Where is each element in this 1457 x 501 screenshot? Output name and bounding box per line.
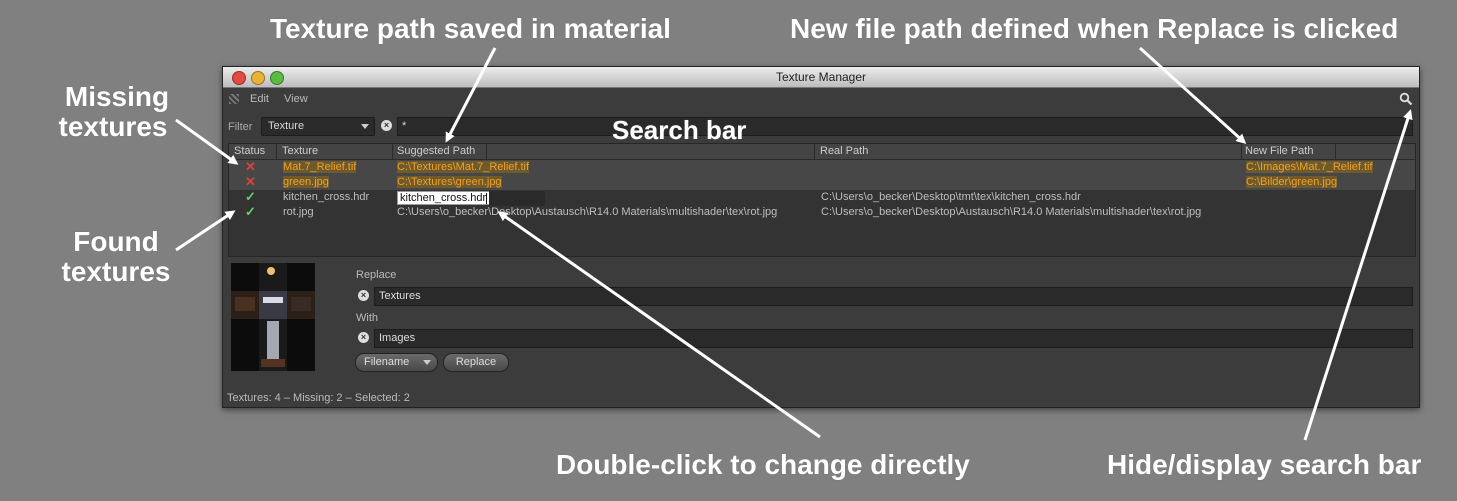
- column-header-status[interactable]: Status: [234, 145, 265, 157]
- annotation-found-line1: Found: [73, 226, 159, 257]
- table-row[interactable]: ✓ rot.jpg C:\Users\o_becker\Desktop\Aust…: [229, 204, 1415, 220]
- annotation-search-bar: Search bar: [612, 115, 747, 145]
- replace-input[interactable]: Textures: [374, 287, 1413, 306]
- chevron-down-icon: [361, 124, 369, 129]
- magnifier-icon[interactable]: [1399, 92, 1413, 106]
- status-bar: Textures: 4 – Missing: 2 – Selected: 2: [227, 392, 410, 404]
- filter-selected-value: Texture: [268, 120, 305, 132]
- new-file-path: C:\Images\Mat.7_Relief.tif: [1246, 161, 1373, 173]
- replace-button-label: Replace: [455, 356, 497, 368]
- table-row[interactable]: ✕ Mat.7_Relief.tif C:\Textures\Mat.7_Rel…: [229, 159, 1415, 175]
- table-header: Status Texture Suggested Path Real Path …: [229, 144, 1415, 160]
- column-header-suggested-path[interactable]: Suggested Path: [397, 145, 475, 157]
- annotation-hide-display-search: Hide/display search bar: [1107, 449, 1422, 480]
- edit-field-background: [489, 191, 546, 206]
- column-header-real-path[interactable]: Real Path: [820, 145, 868, 157]
- clear-circle-icon[interactable]: ×: [358, 332, 369, 343]
- new-file-path: C:\Bilder\green.jpg: [1246, 176, 1338, 188]
- with-input[interactable]: Images: [374, 329, 1413, 348]
- annotation-found-line2: textures: [61, 256, 171, 287]
- checkmark-icon: ✓: [245, 189, 256, 204]
- replace-button[interactable]: Replace: [443, 353, 509, 372]
- real-path: C:\Users\o_becker\Desktop\Austausch\R14.…: [821, 206, 1202, 218]
- replace-label: Replace: [356, 269, 397, 281]
- menu-edit[interactable]: Edit: [250, 93, 269, 105]
- annotation-double-click: Double-click to change directly: [556, 449, 970, 480]
- annotation-missing-line2: textures: [58, 111, 168, 142]
- text-caret: [486, 192, 488, 204]
- annotation-new-file-path: New file path defined when Replace is cl…: [790, 13, 1399, 44]
- column-divider[interactable]: [814, 144, 815, 159]
- column-divider[interactable]: [486, 144, 487, 159]
- table-row[interactable]: ✕ green.jpg C:\Textures\green.jpg C:\Bil…: [229, 174, 1415, 190]
- suggested-path: C:\Textures\Mat.7_Relief.tif: [397, 161, 530, 173]
- checkmark-icon: ✓: [245, 204, 256, 219]
- column-divider[interactable]: [392, 144, 393, 159]
- search-input[interactable]: *: [397, 117, 1413, 136]
- texture-name: Mat.7_Relief.tif: [283, 161, 357, 173]
- annotation-texture-path-saved: Texture path saved in material: [270, 13, 671, 44]
- annotation-missing-textures: Missing textures: [59, 81, 172, 142]
- cross-icon: ✕: [245, 174, 256, 189]
- texture-table: Status Texture Suggested Path Real Path …: [228, 143, 1416, 257]
- grip-icon[interactable]: [229, 94, 239, 104]
- column-divider[interactable]: [276, 144, 277, 159]
- texture-manager-window: Texture Manager Edit View Filter Texture…: [222, 66, 1420, 408]
- column-header-new-file-path[interactable]: New File Path: [1245, 145, 1313, 157]
- window-title: Texture Manager: [775, 70, 867, 84]
- table-row[interactable]: ✓ kitchen_cross.hdr kitchen_cross.hdr C:…: [229, 189, 1415, 206]
- cross-icon: ✕: [245, 159, 256, 174]
- menu-bar: Edit View: [223, 88, 1419, 110]
- column-divider[interactable]: [1241, 144, 1242, 159]
- column-divider[interactable]: [1335, 144, 1336, 159]
- suggested-path: C:\Textures\green.jpg: [397, 176, 502, 188]
- filter-row: Filter Texture × *: [223, 115, 1419, 137]
- mode-dropdown[interactable]: Filename: [355, 353, 438, 372]
- annotation-found-textures: Found textures: [58, 227, 174, 287]
- replace-input-value: Textures: [379, 290, 421, 302]
- texture-name: green.jpg: [283, 176, 329, 188]
- with-label: With: [356, 312, 378, 324]
- mode-selected-value: Filename: [364, 356, 410, 368]
- texture-name: kitchen_cross.hdr: [283, 191, 370, 203]
- filter-dropdown[interactable]: Texture: [261, 117, 375, 136]
- search-input-value: *: [402, 120, 407, 132]
- clear-circle-icon[interactable]: ×: [358, 290, 369, 301]
- suggested-path-edit-field[interactable]: kitchen_cross.hdr: [397, 191, 546, 206]
- clear-circle-icon[interactable]: ×: [381, 120, 392, 131]
- texture-name: rot.jpg: [283, 206, 314, 218]
- column-header-texture[interactable]: Texture: [282, 145, 318, 157]
- title-bar: Texture Manager: [223, 67, 1419, 88]
- menu-view[interactable]: View: [284, 93, 308, 105]
- texture-preview-image: [231, 263, 315, 371]
- real-path: C:\Users\o_becker\Desktop\tmt\tex\kitche…: [821, 191, 1081, 203]
- suggested-path: C:\Users\o_becker\Desktop\Austausch\R14.…: [397, 206, 778, 218]
- with-input-value: Images: [379, 332, 416, 344]
- filter-label: Filter: [228, 121, 253, 133]
- annotation-missing-line1: Missing: [64, 81, 170, 112]
- suggested-path-edit-value: kitchen_cross.hdr: [400, 192, 487, 204]
- chevron-down-icon: [423, 360, 431, 365]
